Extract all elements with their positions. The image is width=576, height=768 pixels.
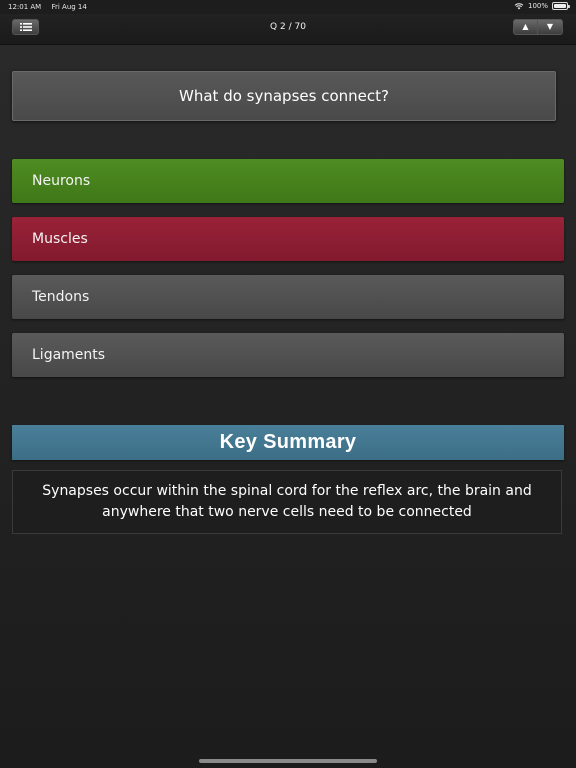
key-summary-title: Key Summary [219,431,357,453]
down-arrow-icon: ▼ [546,22,554,31]
status-time: 12:01 AM [8,3,42,11]
answer-label: Ligaments [32,347,106,363]
answer-label: Tendons [32,289,90,305]
battery-icon [552,2,570,10]
answer-label: Muscles [32,231,88,247]
up-arrow-icon: ▲ [522,22,529,31]
nav-bar: Q 2 / 70 ▲ ▼ [0,14,576,45]
key-summary-body: Synapses occur within the spinal cord fo… [12,470,562,534]
status-date: Fri Aug 14 [51,3,87,11]
battery-percent: 100% [527,2,548,10]
wifi-icon [514,3,524,10]
answer-label: Neurons [32,173,91,189]
question-counter: Q 2 / 70 [270,22,306,32]
status-left: 12:01 AM Fri Aug 14 [8,3,95,11]
question-text: What do synapses connect? [179,87,389,105]
status-right: 100% [514,2,570,10]
key-summary-text: Synapses occur within the spinal cord fo… [42,483,532,520]
question-box: What do synapses connect? [12,71,556,121]
key-summary-header: Key Summary [12,425,564,460]
home-indicator[interactable] [199,759,377,763]
previous-question-button[interactable]: ▲ [513,19,538,35]
answer-option-tendons[interactable]: Tendons [12,275,564,319]
answer-option-neurons[interactable]: Neurons [12,159,564,203]
next-question-button[interactable]: ▼ [538,19,563,35]
status-bar: 12:01 AM Fri Aug 14 100% [0,0,576,14]
answer-option-ligaments[interactable]: Ligaments [12,333,564,377]
answer-option-muscles[interactable]: Muscles [12,217,564,261]
